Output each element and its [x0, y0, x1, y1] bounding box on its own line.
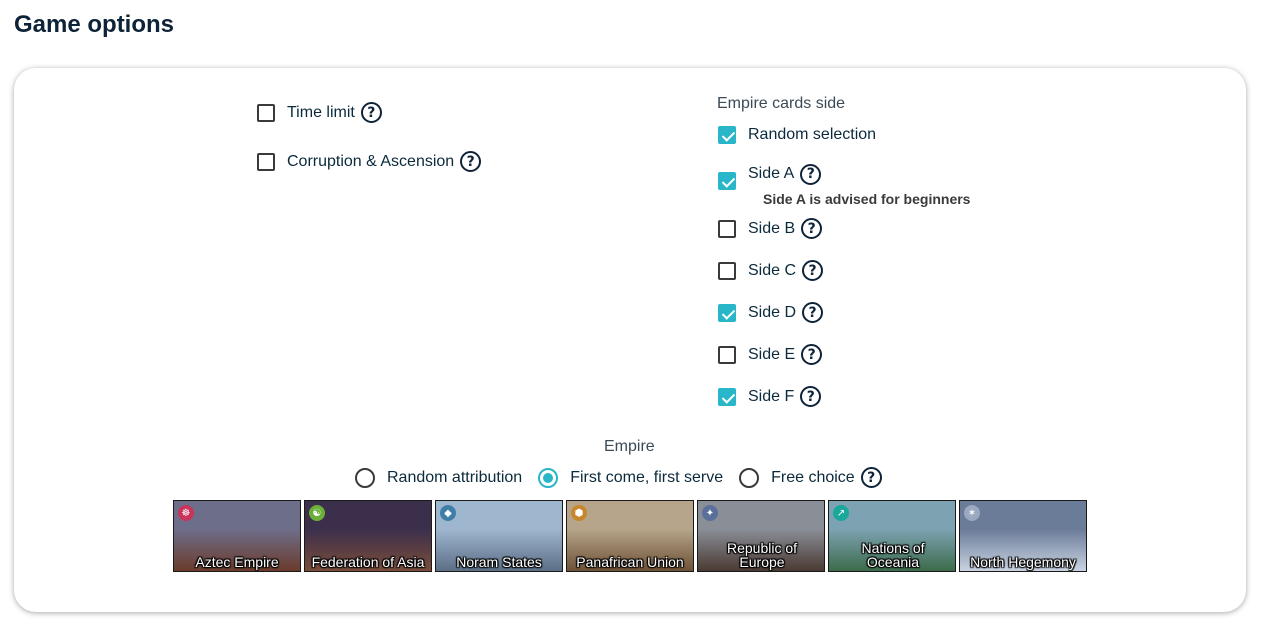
- random-attribution-label: Random attribution: [387, 468, 523, 486]
- side-b-checkbox[interactable]: [718, 219, 736, 238]
- question-icon[interactable]: ?: [800, 163, 822, 185]
- free-choice-radio[interactable]: [739, 467, 760, 488]
- empire-emblem-icon: ✦: [702, 505, 718, 521]
- question-icon[interactable]: ?: [801, 344, 823, 365]
- empire-card-name: Republic of Europe: [726, 540, 798, 570]
- empire-emblem-icon: ↗: [833, 505, 849, 521]
- empire-emblem-icon: ☸: [178, 505, 194, 521]
- random-selection-label: Random selection: [748, 126, 877, 143]
- side-c-checkbox[interactable]: [718, 261, 736, 280]
- empire-card-aztec-empire[interactable]: ☸ Aztec Empire: [173, 500, 301, 572]
- side-e-checkbox[interactable]: [718, 345, 736, 364]
- empire-card-nations-of-oceania[interactable]: ↗ Nations of Oceania: [828, 500, 956, 572]
- corruption-ascension-label: Corruption & Ascension: [287, 152, 455, 170]
- empire-card-name: Aztec Empire: [195, 554, 279, 570]
- option-side-d[interactable]: Side D ?: [718, 302, 824, 323]
- empire-cards-side-heading: Empire cards side: [717, 95, 846, 112]
- side-f-label: Side F: [748, 387, 795, 405]
- empire-card-name: Federation of Asia: [311, 554, 425, 570]
- empire-card-name: Noram States: [456, 554, 542, 570]
- empire-card-panafrican-union[interactable]: ⬢ Panafrican Union: [566, 500, 694, 572]
- option-time-limit[interactable]: Time limit ?: [257, 102, 382, 123]
- side-b-label: Side B: [748, 219, 796, 237]
- radio-random-attribution[interactable]: Random attribution: [355, 467, 523, 488]
- radio-free-choice[interactable]: Free choice ?: [739, 467, 882, 488]
- side-d-checkbox[interactable]: [718, 303, 736, 322]
- question-icon[interactable]: ?: [460, 151, 482, 172]
- side-f-checkbox[interactable]: [718, 387, 736, 406]
- side-e-label: Side E: [748, 345, 796, 363]
- side-d-label: Side D: [748, 303, 797, 321]
- question-icon[interactable]: ?: [360, 102, 382, 123]
- question-icon[interactable]: ?: [801, 218, 823, 239]
- empire-card-name: North Hegemony: [970, 554, 1076, 570]
- empire-card-list: ☸ Aztec Empire ☯ Federation of Asia ◆ No…: [173, 500, 1087, 572]
- side-a-label: Side A: [748, 165, 795, 182]
- random-selection-checkbox[interactable]: [718, 126, 736, 144]
- empire-card-federation-of-asia[interactable]: ☯ Federation of Asia: [304, 500, 432, 572]
- option-random-selection[interactable]: Random selection: [718, 126, 876, 144]
- empire-emblem-icon: ⬢: [571, 505, 587, 521]
- corruption-ascension-checkbox[interactable]: [257, 152, 275, 171]
- random-attribution-radio[interactable]: [355, 467, 375, 488]
- side-c-label: Side C: [748, 261, 797, 279]
- question-icon[interactable]: ?: [802, 260, 824, 281]
- empire-card-name: Panafrican Union: [576, 554, 684, 570]
- first-come-first-serve-label: First come, first serve: [570, 468, 724, 486]
- page-title: Game options: [14, 11, 175, 38]
- side-a-checkbox[interactable]: [718, 172, 736, 190]
- question-icon[interactable]: ?: [800, 386, 822, 407]
- empire-emblem-icon: ✶: [964, 505, 980, 521]
- question-icon[interactable]: ?: [802, 302, 824, 323]
- option-side-b[interactable]: Side B ?: [718, 218, 823, 239]
- empire-card-north-hegemony[interactable]: ✶ North Hegemony: [959, 500, 1087, 572]
- option-side-e[interactable]: Side E ?: [718, 344, 823, 365]
- empire-card-noram-states[interactable]: ◆ Noram States: [435, 500, 563, 572]
- radio-first-come-first-serve[interactable]: First come, first serve: [538, 467, 724, 488]
- empire-emblem-icon: ◆: [440, 505, 456, 521]
- first-come-first-serve-radio[interactable]: [538, 467, 559, 488]
- question-icon[interactable]: ?: [860, 467, 882, 488]
- option-side-a[interactable]: Side A ?: [718, 158, 822, 190]
- empire-heading: Empire: [604, 438, 655, 455]
- empire-card-name: Nations of Oceania: [861, 540, 925, 570]
- time-limit-checkbox[interactable]: [257, 103, 275, 122]
- empire-mode-radio-group: Random attribution First come, first ser…: [355, 467, 898, 488]
- option-side-f[interactable]: Side F ?: [718, 386, 822, 407]
- option-corruption-ascension[interactable]: Corruption & Ascension ?: [257, 151, 482, 172]
- empire-emblem-icon: ☯: [309, 505, 325, 521]
- side-a-hint: Side A is advised for beginners: [763, 191, 971, 207]
- free-choice-label: Free choice: [771, 468, 855, 486]
- empire-card-republic-of-europe[interactable]: ✦ Republic of Europe: [697, 500, 825, 572]
- option-side-c[interactable]: Side C ?: [718, 260, 824, 281]
- time-limit-label: Time limit: [287, 103, 355, 121]
